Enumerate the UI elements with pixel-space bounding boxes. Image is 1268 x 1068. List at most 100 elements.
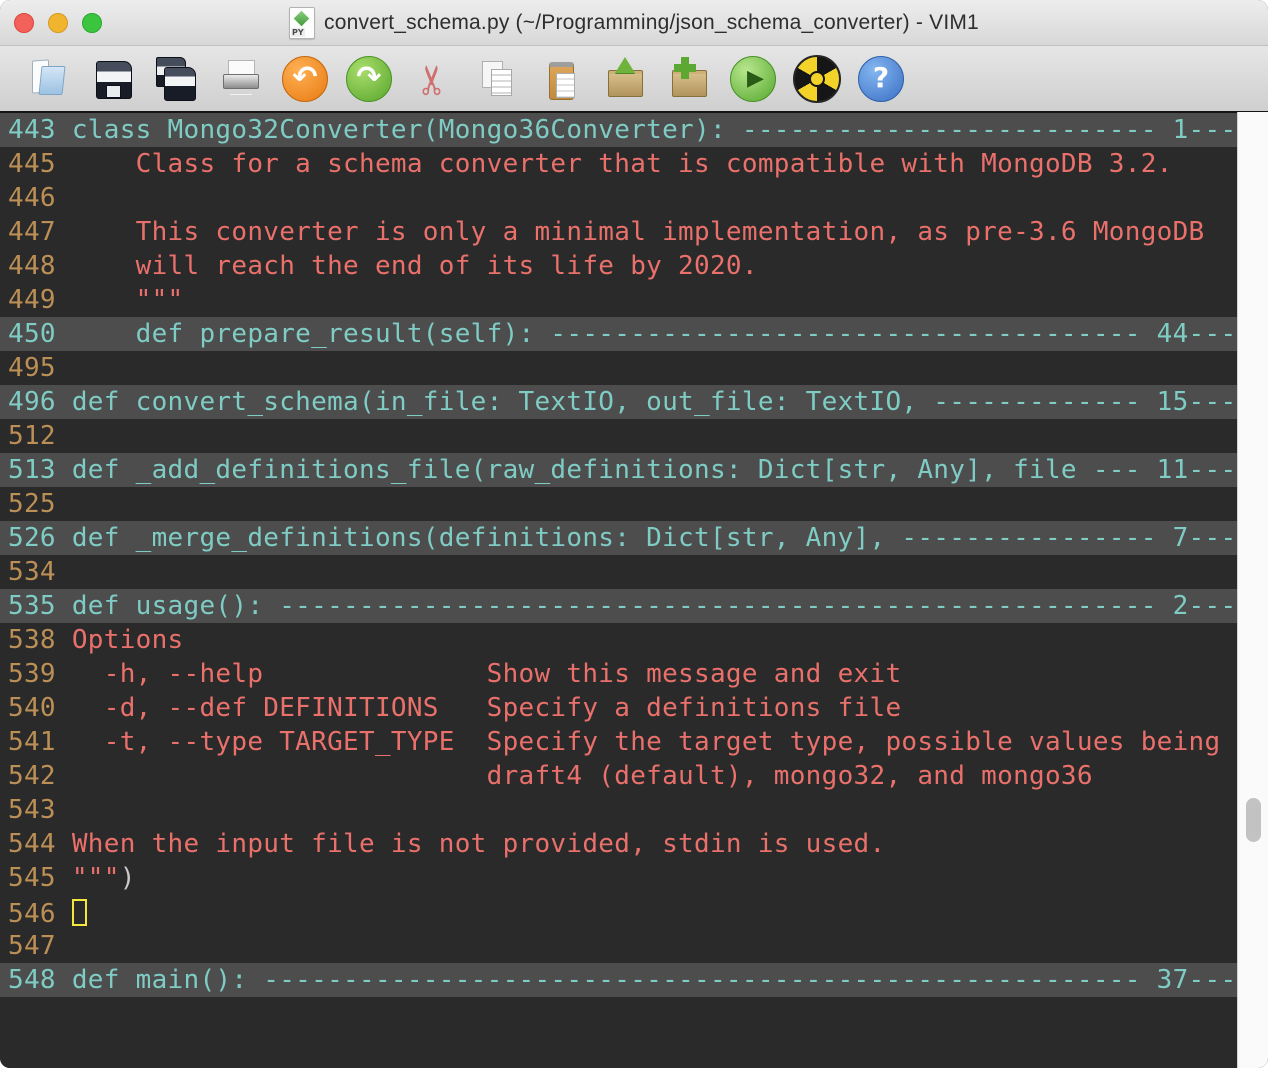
editor-line-448[interactable]: 448 will reach the end of its life by 20… [0,249,1268,283]
save-icon [91,57,135,101]
line-number: 542 [8,761,72,791]
editor-line-525[interactable]: 525 [0,487,1268,521]
line-number: 446 [8,183,72,213]
line-number: 443 [8,115,72,145]
editor-line-535[interactable]: 535 def usage(): -----------------------… [0,589,1268,623]
text-cursor [72,899,87,926]
scrollbar-thumb[interactable] [1246,798,1261,842]
editor-line-541[interactable]: 541 -t, --type TARGET_TYPE Specify the t… [0,725,1268,759]
line-number: 534 [8,557,72,587]
editor-line-496[interactable]: 496 def convert_schema(in_file: TextIO, … [0,385,1268,419]
editor-line-447[interactable]: 447 This converter is only a minimal imp… [0,215,1268,249]
editor-line-543[interactable]: 543 [0,793,1268,827]
editor-line-547[interactable]: 547 [0,929,1268,963]
code-text: Options [72,625,184,655]
line-number: 512 [8,421,72,451]
code-text: will reach the end of its life by 2020. [72,251,758,281]
line-number: 513 [8,455,72,485]
editor-line-540[interactable]: 540 -d, --def DEFINITIONS Specify a defi… [0,691,1268,725]
line-number: 547 [8,931,72,961]
code-text: -t, --type TARGET_TYPE Specify the targe… [72,727,1221,757]
save-button[interactable] [81,53,145,105]
title-group: convert_schema.py (~/Programming/json_sc… [289,7,979,39]
traffic-lights [14,13,102,33]
code-text: -d, --def DEFINITIONS Specify a definiti… [72,693,902,723]
redo-icon [346,56,392,102]
code-text: -h, --help Show this message and exit [72,659,902,689]
zoom-button[interactable] [82,13,102,33]
editor-line-449[interactable]: 449 """ [0,283,1268,317]
title-bar[interactable]: convert_schema.py (~/Programming/json_sc… [0,0,1268,46]
line-number: 543 [8,795,72,825]
line-number: 540 [8,693,72,723]
save-all-icon [155,57,199,101]
print-button[interactable] [209,53,273,105]
editor-line-513[interactable]: 513 def _add_definitions_file(raw_defini… [0,453,1268,487]
editor-line-445[interactable]: 445 Class for a schema converter that is… [0,147,1268,181]
line-number: 541 [8,727,72,757]
cut-button[interactable] [401,53,465,105]
copy-button[interactable] [465,53,529,105]
redo-button[interactable] [337,53,401,105]
editor-line-539[interactable]: 539 -h, --help Show this message and exi… [0,657,1268,691]
make-button[interactable] [785,53,849,105]
editor-line-546[interactable]: 546 [0,895,1268,929]
editor-line-544[interactable]: 544 When the input file is not provided,… [0,827,1268,861]
line-number: 548 [8,965,72,995]
paste-button[interactable] [529,53,593,105]
load-session-button[interactable] [593,53,657,105]
editor-line-446[interactable]: 446 [0,181,1268,215]
undo-icon [282,56,328,102]
line-number: 546 [8,899,72,929]
toolbar [0,46,1268,113]
folded-line-text: def main(): ----------------------------… [72,965,1237,995]
line-number: 496 [8,387,72,417]
editor-line-512[interactable]: 512 [0,419,1268,453]
code-text: This converter is only a minimal impleme… [72,217,1205,247]
editor-line-495[interactable]: 495 [0,351,1268,385]
save-all-button[interactable] [145,53,209,105]
run-script-icon [730,56,776,102]
line-number: 539 [8,659,72,689]
close-button[interactable] [14,13,34,33]
code-text: ) [120,863,136,893]
code-text: draft4 (default), mongo32, and mongo36 [72,761,1093,791]
line-number: 525 [8,489,72,519]
line-number: 526 [8,523,72,553]
minimize-button[interactable] [48,13,68,33]
open-button[interactable] [17,53,81,105]
code-text: """ [72,863,120,893]
line-number: 538 [8,625,72,655]
editor-line-443[interactable]: 443 class Mongo32Converter(Mongo36Conver… [0,113,1268,147]
editor-line-542[interactable]: 542 draft4 (default), mongo32, and mongo… [0,759,1268,793]
paste-icon [539,57,583,101]
help-icon [858,56,904,102]
editor-line-450[interactable]: 450 def prepare_result(self): ----------… [0,317,1268,351]
folded-line-text: class Mongo32Converter(Mongo36Converter)… [72,115,1237,145]
editor-area[interactable]: 443 class Mongo32Converter(Mongo36Conver… [0,113,1268,1068]
editor-line-526[interactable]: 526 def _merge_definitions(definitions: … [0,521,1268,555]
save-session-button[interactable] [657,53,721,105]
gvim-window: convert_schema.py (~/Programming/json_sc… [0,0,1268,1068]
help-button[interactable] [849,53,913,105]
line-number: 449 [8,285,72,315]
line-number: 544 [8,829,72,859]
editor-lines: 443 class Mongo32Converter(Mongo36Conver… [0,113,1268,997]
editor-line-545[interactable]: 545 """) [0,861,1268,895]
run-script-button[interactable] [721,53,785,105]
code-text: """ [72,285,184,315]
undo-button[interactable] [273,53,337,105]
open-file-icon [27,57,71,101]
copy-icon [475,57,519,101]
print-icon [219,57,263,101]
line-number: 545 [8,863,72,893]
cut-scissors-icon [411,57,455,101]
line-number: 535 [8,591,72,621]
window-title: convert_schema.py (~/Programming/json_sc… [324,11,979,35]
editor-line-538[interactable]: 538 Options [0,623,1268,657]
folded-line-text: def convert_schema(in_file: TextIO, out_… [72,387,1237,417]
editor-line-534[interactable]: 534 [0,555,1268,589]
editor-line-548[interactable]: 548 def main(): ------------------------… [0,963,1268,997]
scrollbar-track[interactable] [1237,112,1268,1068]
load-session-icon [603,57,647,101]
